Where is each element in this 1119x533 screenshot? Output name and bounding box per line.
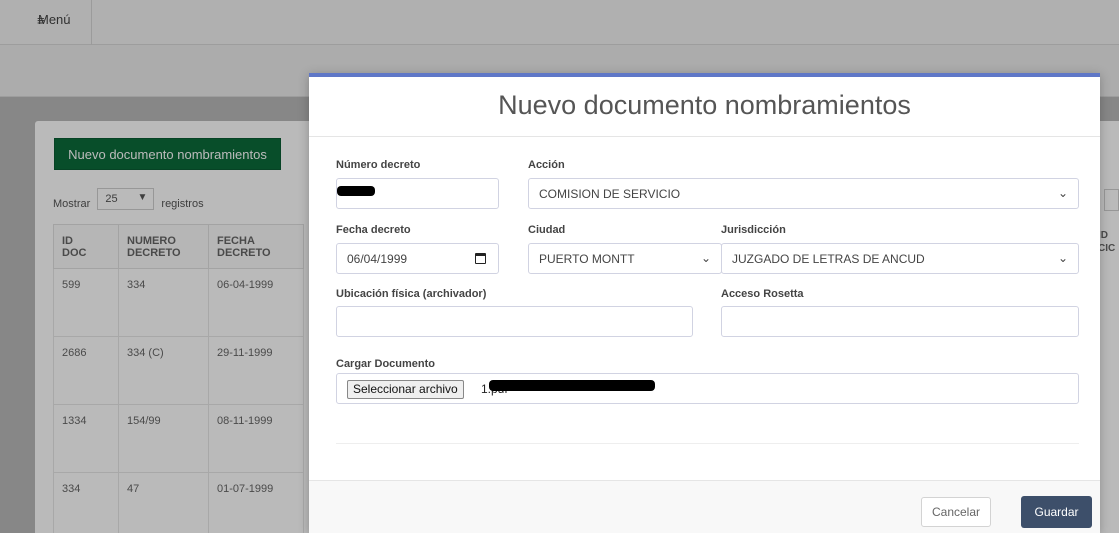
calendar-icon[interactable] [475,253,486,264]
fecha-decreto-input[interactable]: 06/04/1999 [336,243,499,274]
save-button[interactable]: Guardar [1021,496,1092,528]
numero-decreto-label: Número decreto [336,159,421,171]
modal-title: Nuevo documento nombramientos [498,90,911,120]
cargar-documento-label: Cargar Documento [336,358,436,370]
redaction-mark [337,186,375,196]
numero-decreto-input[interactable] [336,178,499,209]
new-document-modal: Nuevo documento nombramientos Número dec… [309,73,1100,533]
fecha-decreto-label: Fecha decreto [336,224,411,236]
accion-label: Acción [528,159,565,171]
ubicacion-input[interactable] [336,306,693,337]
divider [309,136,1100,137]
ciudad-select[interactable]: PUERTO MONTT ⌄ [528,243,722,274]
file-upload-field[interactable]: Seleccionar archivo 1.pdf [336,373,1079,404]
jurisdiccion-select[interactable]: JUZGADO DE LETRAS DE ANCUD ⌄ [721,243,1079,274]
accion-select[interactable]: COMISION DE SERVICIO ⌄ [528,178,1079,209]
divider [336,443,1079,444]
select-file-button[interactable]: Seleccionar archivo [347,380,464,399]
chevron-down-icon: ⌄ [700,251,711,265]
modal-footer: Cancelar Guardar [309,480,1100,533]
redaction-mark [489,380,655,391]
acceso-rosetta-label: Acceso Rosetta [721,288,804,300]
cancel-button[interactable]: Cancelar [921,497,991,527]
chevron-down-icon: ⌄ [1057,251,1068,265]
chevron-down-icon: ⌄ [1057,186,1068,200]
jurisdiccion-label: Jurisdicción [721,224,786,236]
acceso-rosetta-input[interactable] [721,306,1079,337]
ciudad-label: Ciudad [528,224,566,236]
ubicacion-label: Ubicación física (archivador) [336,288,487,300]
